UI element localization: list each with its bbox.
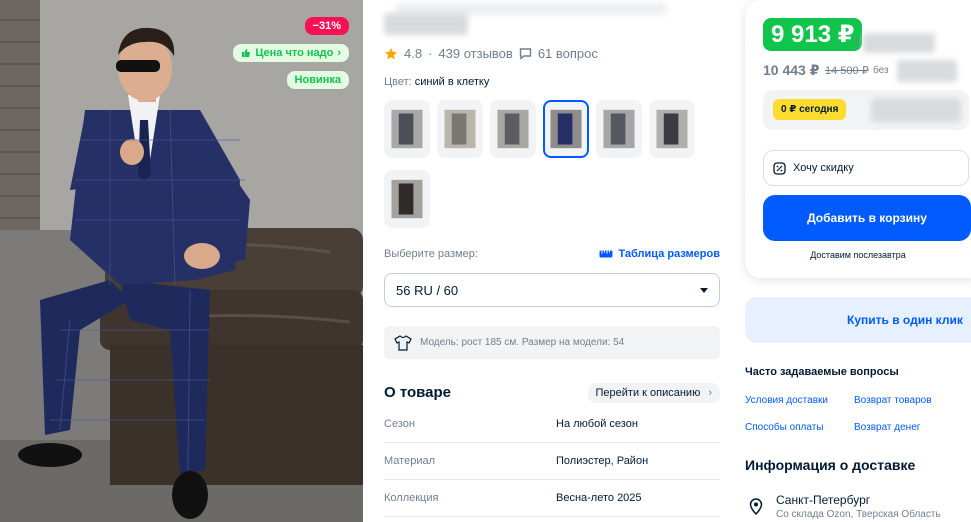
- variant-thumbnail-selected[interactable]: [543, 100, 589, 158]
- variant-thumbnail[interactable]: [596, 100, 642, 158]
- shirt-icon: [394, 334, 412, 351]
- goto-description-label: Перейти к описанию: [595, 387, 701, 399]
- suit-thumbnail-image: [391, 179, 423, 219]
- spec-key: Материал: [384, 455, 435, 467]
- product-main-photo[interactable]: −31% Цена что надо › Новинка: [0, 0, 363, 522]
- price-good-badge[interactable]: Цена что надо ›: [233, 44, 349, 62]
- suit-thumbnail-image: [603, 109, 635, 149]
- size-table-link[interactable]: Таблица размеров: [599, 248, 720, 260]
- chevron-right-icon: ›: [337, 47, 341, 59]
- blurred-title: [384, 13, 468, 35]
- spec-value: Весна-лето 2025: [556, 492, 642, 504]
- suit-thumbnail-image: [444, 109, 476, 149]
- blurred-installment-text: [871, 98, 961, 122]
- color-label: Цвет:: [384, 76, 412, 88]
- price-with-suffix: с: [855, 36, 860, 47]
- caret-down-icon: [700, 287, 708, 293]
- model-info: Модель: рост 185 см. Размер на модели: 5…: [384, 326, 720, 359]
- blurred-card-name: [863, 33, 935, 53]
- size-select-value: 56 RU / 60: [396, 282, 459, 298]
- thumbs-up-icon: [242, 49, 251, 57]
- installment-box[interactable]: 0 ₽ сегодня: [763, 90, 969, 130]
- faq-link-payment[interactable]: Способы оплаты: [745, 422, 824, 433]
- price-without-card: 10 443 ₽: [763, 62, 820, 78]
- faq-link-delivery[interactable]: Условия доставки: [745, 395, 828, 406]
- variant-thumbnail[interactable]: [384, 170, 430, 228]
- spec-value: Полиэстер, Район: [556, 455, 649, 467]
- goto-description-button[interactable]: Перейти к описанию ›: [587, 383, 720, 403]
- spec-key: Сезон: [384, 418, 415, 430]
- price-with-card: 9 913 ₽: [763, 18, 863, 51]
- ruler-icon: [599, 250, 613, 258]
- buy-one-click-button[interactable]: Купить в один клик: [745, 297, 971, 343]
- suit-thumbnail-image: [656, 109, 688, 149]
- delivery-note: Доставим послезавтра: [810, 250, 906, 260]
- purchase-panel: 9 913 ₽ с 10 443 ₽ 14 500 ₽ без 0 ₽ сего…: [745, 0, 971, 522]
- discount-badge: −31%: [304, 17, 349, 35]
- spec-row: Сезон На любой сезон: [384, 406, 720, 443]
- discount-tag-icon: [773, 161, 786, 175]
- new-badge: Новинка: [286, 71, 349, 89]
- faq-link-refund[interactable]: Возврат денег: [854, 422, 920, 433]
- location-pin-icon: [749, 498, 763, 515]
- question-bubble-icon: [519, 48, 532, 60]
- questions-link[interactable]: 61 вопрос: [538, 46, 598, 61]
- add-to-cart-button[interactable]: Добавить в корзину: [763, 195, 971, 241]
- about-title: О товаре: [384, 384, 452, 401]
- spec-row: Коллекция Весна-лето 2025: [384, 480, 720, 517]
- star-icon: [385, 47, 397, 59]
- spec-value: На любой сезон: [556, 418, 638, 430]
- price-card: 9 913 ₽ с 10 443 ₽ 14 500 ₽ без 0 ₽ сего…: [745, 0, 971, 278]
- size-table-label: Таблица размеров: [618, 248, 720, 260]
- color-value: синий в клетку: [414, 76, 490, 88]
- price-without-suffix: без: [873, 65, 889, 76]
- model-info-text: Модель: рост 185 см. Размер на модели: 5…: [420, 337, 625, 348]
- variant-thumbnail[interactable]: [490, 100, 536, 158]
- variant-thumbnail[interactable]: [649, 100, 695, 158]
- suit-thumbnail-image: [550, 109, 582, 149]
- color-line: Цвет: синий в клетку: [384, 76, 489, 88]
- spec-row: Материал Полиэстер, Район: [384, 443, 720, 480]
- want-discount-button[interactable]: Хочу скидку: [763, 150, 969, 186]
- size-label: Выберите размер:: [384, 248, 478, 260]
- rating-value: 4.8: [404, 46, 423, 61]
- pay-today-pill: 0 ₽ сегодня: [773, 99, 847, 120]
- rating-row[interactable]: 4.8 · 439 отзывов 61 вопрос: [384, 46, 598, 61]
- size-select[interactable]: 56 RU / 60: [384, 273, 720, 307]
- blurred-card-name: [897, 60, 957, 82]
- variant-thumbnail[interactable]: [384, 100, 430, 158]
- faq-link-returns[interactable]: Возврат товаров: [854, 395, 932, 406]
- want-discount-label: Хочу скидку: [793, 162, 854, 174]
- reviews-link[interactable]: 439 отзывов: [438, 46, 512, 61]
- delivery-source: Со склада Ozon, Тверская Область: [776, 509, 941, 520]
- product-details: 4.8 · 439 отзывов 61 вопрос Цвет: синий …: [384, 0, 720, 522]
- delivery-info-title: Информация о доставке: [745, 457, 916, 473]
- variant-thumbnail[interactable]: [437, 100, 483, 158]
- spec-key: Коллекция: [384, 492, 439, 504]
- suit-thumbnail-image: [497, 109, 529, 149]
- price-good-label: Цена что надо: [255, 47, 334, 59]
- suit-thumbnail-image: [391, 109, 423, 149]
- faq-title: Часто задаваемые вопросы: [745, 366, 899, 378]
- price-crossed: 14 500 ₽: [825, 65, 869, 77]
- delivery-city[interactable]: Санкт-Петербург: [776, 493, 870, 507]
- chevron-right-icon: ›: [708, 387, 712, 399]
